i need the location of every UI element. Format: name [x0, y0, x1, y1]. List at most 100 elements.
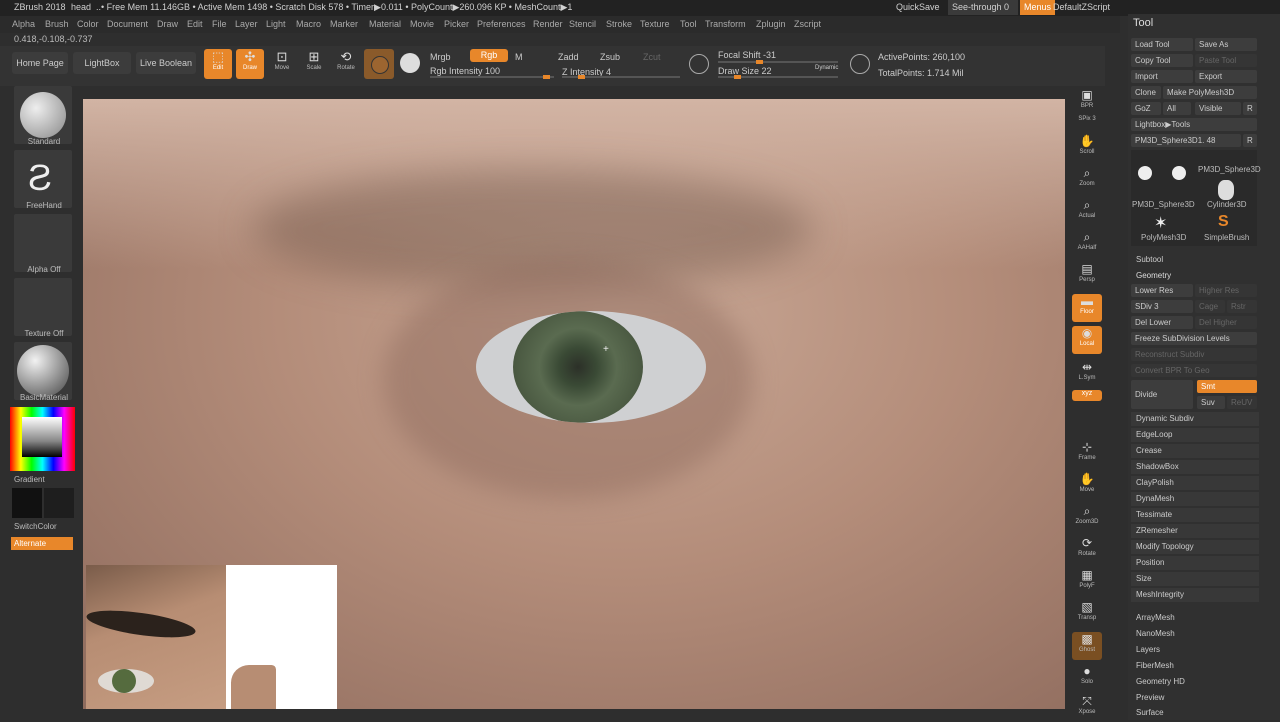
meshintegrity-section[interactable]: MeshIntegrity: [1131, 588, 1259, 602]
convert-bpr-button[interactable]: Convert BPR To Geo: [1131, 364, 1257, 377]
default-zscript-button[interactable]: DefaultZScript: [1053, 2, 1110, 12]
ghost-button[interactable]: ▩ Ghost: [1072, 632, 1102, 660]
menu-material[interactable]: Material: [369, 19, 401, 29]
position-section[interactable]: Position: [1131, 556, 1259, 570]
del-lower-button[interactable]: Del Lower: [1131, 316, 1193, 329]
geometry-hd-section[interactable]: Geometry HD: [1131, 675, 1259, 689]
lsym-button[interactable]: ⇹ L.Sym: [1072, 360, 1102, 388]
persp-button[interactable]: ▤ Persp: [1072, 262, 1102, 290]
home-page-button[interactable]: Home Page: [12, 52, 68, 74]
menu-tool[interactable]: Tool: [680, 19, 697, 29]
current-tool-r-button[interactable]: R: [1243, 134, 1257, 147]
sdiv-slider[interactable]: SDiv 3: [1131, 300, 1193, 313]
mrgb-toggle[interactable]: Mrgb: [430, 52, 451, 62]
aahalf-button[interactable]: ⌕ AAHalf: [1072, 230, 1102, 258]
focal-shift-slider[interactable]: [718, 60, 838, 64]
scale-mode-button[interactable]: ⊞ Scale: [300, 49, 328, 79]
freeze-subdivision-button[interactable]: Freeze SubDivision Levels: [1131, 332, 1257, 345]
local-button[interactable]: ◉ Local: [1072, 326, 1102, 354]
solo-button[interactable]: ● Solo: [1072, 664, 1102, 692]
texture-slot[interactable]: [14, 278, 72, 336]
goz-all-button[interactable]: All: [1163, 102, 1191, 115]
floor-button[interactable]: ▬ Floor: [1072, 294, 1102, 322]
menu-stroke[interactable]: Stroke: [606, 19, 632, 29]
lower-res-button[interactable]: Lower Res: [1131, 284, 1193, 297]
slider-handle[interactable]: [756, 60, 763, 64]
alternate-toggle[interactable]: Alternate: [11, 537, 73, 550]
zcut-toggle[interactable]: Zcut: [643, 52, 661, 62]
polymesh-star-icon[interactable]: ✶: [1154, 213, 1167, 233]
rgb-intensity-slider[interactable]: [430, 75, 554, 79]
menu-alpha[interactable]: Alpha: [12, 19, 35, 29]
transp-button[interactable]: ▧ Transp: [1072, 600, 1102, 628]
main-color-swatch[interactable]: [12, 488, 42, 518]
reconstruct-subdiv-button[interactable]: Reconstruct Subdiv: [1131, 348, 1257, 361]
claypolish-section[interactable]: ClayPolish: [1131, 476, 1259, 490]
dynamesh-section[interactable]: DynaMesh: [1131, 492, 1259, 506]
move-mode-button[interactable]: ⊡ Move: [268, 49, 296, 79]
edgeloop-section[interactable]: EdgeLoop: [1131, 428, 1259, 442]
secondary-color-swatch[interactable]: [44, 488, 74, 518]
color-sv-square[interactable]: [22, 417, 62, 457]
zsub-toggle[interactable]: Zsub: [600, 52, 620, 62]
modify-topology-section[interactable]: Modify Topology: [1131, 540, 1259, 554]
brush-standard[interactable]: [14, 86, 72, 144]
scroll-button[interactable]: ✋ Scroll: [1072, 134, 1102, 162]
tessimate-section[interactable]: Tessimate: [1131, 508, 1259, 522]
frame-button[interactable]: ⊹ Frame: [1072, 440, 1102, 468]
nanomesh-section[interactable]: NanoMesh: [1131, 627, 1259, 641]
zremesher-section[interactable]: ZRemesher: [1131, 524, 1259, 538]
menu-color[interactable]: Color: [77, 19, 99, 29]
bpr-button[interactable]: ▣ BPR: [1072, 88, 1102, 116]
export-button[interactable]: Export: [1195, 70, 1257, 83]
menu-render[interactable]: Render: [533, 19, 563, 29]
menu-stencil[interactable]: Stencil: [569, 19, 596, 29]
size-section[interactable]: Size: [1131, 572, 1259, 586]
menu-zplugin[interactable]: Zplugin: [756, 19, 786, 29]
cage-button[interactable]: Cage: [1195, 300, 1225, 313]
menu-picker[interactable]: Picker: [444, 19, 469, 29]
clone-button[interactable]: Clone: [1131, 86, 1161, 99]
zadd-toggle[interactable]: Zadd: [558, 52, 579, 62]
lightbox-button[interactable]: LightBox: [73, 52, 131, 74]
del-higher-button[interactable]: Del Higher: [1195, 316, 1257, 329]
rstr-button[interactable]: Rstr: [1227, 300, 1257, 313]
simplebrush-icon[interactable]: S: [1218, 213, 1229, 231]
slider-handle[interactable]: [578, 75, 585, 79]
xpose-button[interactable]: ⤧ Xpose: [1072, 694, 1102, 722]
import-button[interactable]: Import: [1131, 70, 1193, 83]
menu-macro[interactable]: Macro: [296, 19, 321, 29]
dynamic-subdiv-section[interactable]: Dynamic Subdiv: [1131, 412, 1259, 426]
goz-button[interactable]: GoZ: [1131, 102, 1161, 115]
edit-mode-button[interactable]: ⬚ Edit: [204, 49, 232, 79]
quicksave-button[interactable]: QuickSave: [896, 2, 940, 12]
menu-marker[interactable]: Marker: [330, 19, 358, 29]
divide-button[interactable]: Divide: [1131, 380, 1193, 409]
cylinder-icon[interactable]: [1218, 180, 1234, 200]
switch-color-button[interactable]: SwitchColor: [14, 522, 57, 531]
rgb-toggle[interactable]: Rgb: [470, 49, 508, 62]
menu-draw[interactable]: Draw: [157, 19, 178, 29]
material-swatch[interactable]: [364, 49, 394, 79]
lightbox-tools-button[interactable]: Lightbox▶Tools: [1131, 118, 1257, 131]
surface-section[interactable]: Surface: [1131, 706, 1259, 720]
dynamic-toggle[interactable]: Dynamic: [815, 65, 838, 71]
menu-document[interactable]: Document: [107, 19, 148, 29]
stroke-freehand[interactable]: Ƨ: [14, 150, 72, 208]
slider-handle[interactable]: [734, 75, 741, 79]
menu-movie[interactable]: Movie: [410, 19, 434, 29]
see-through-slider[interactable]: See-through 0: [948, 0, 1018, 15]
crease-section[interactable]: Crease: [1131, 444, 1259, 458]
canvas-viewport[interactable]: +: [83, 99, 1065, 709]
polyf-button[interactable]: ▦ PolyF: [1072, 568, 1102, 596]
menu-layer[interactable]: Layer: [235, 19, 258, 29]
geometry-section[interactable]: Geometry: [1131, 269, 1259, 283]
spix-slider[interactable]: SPix 3: [1072, 116, 1102, 130]
goz-visible-button[interactable]: Visible: [1195, 102, 1241, 115]
m-toggle[interactable]: M: [515, 52, 523, 62]
zoom-button[interactable]: ⌕ Zoom: [1072, 166, 1102, 194]
menu-texture[interactable]: Texture: [640, 19, 670, 29]
smt-toggle[interactable]: Smt: [1197, 380, 1257, 393]
menu-zscript[interactable]: Zscript: [794, 19, 821, 29]
suv-toggle[interactable]: Suv: [1197, 396, 1225, 409]
